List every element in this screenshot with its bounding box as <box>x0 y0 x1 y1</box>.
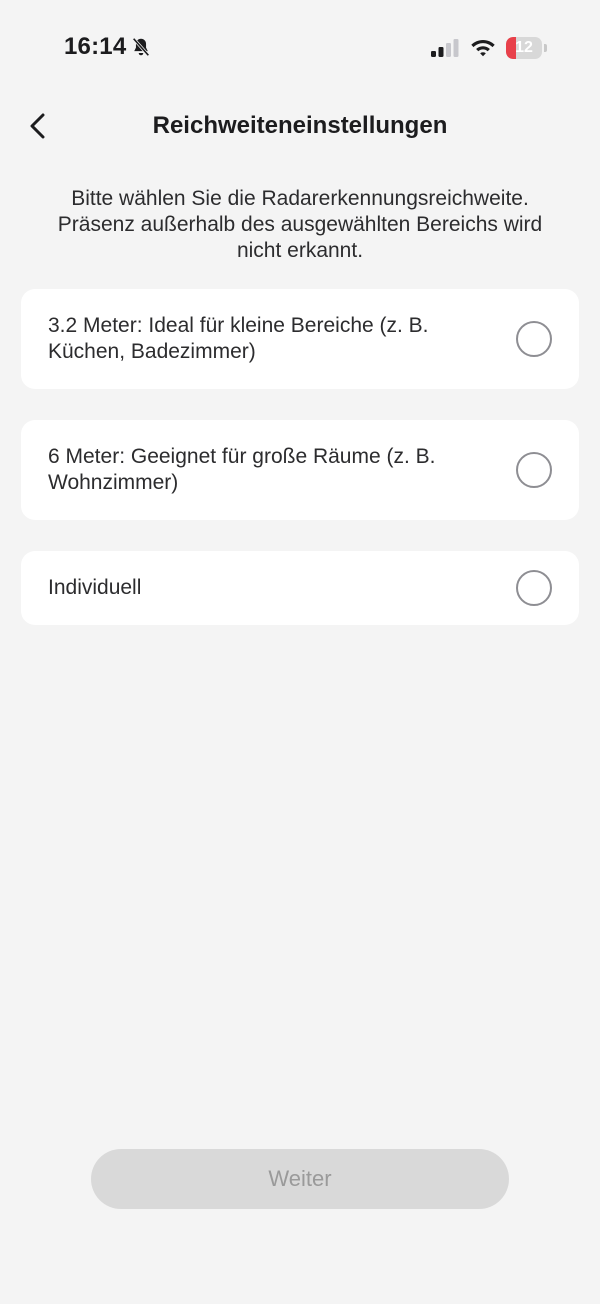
status-time: 16:14 <box>64 33 152 61</box>
option-6-meter[interactable]: 6 Meter: Geeignet für große Räume (z. B.… <box>21 420 579 520</box>
radio-button[interactable] <box>516 321 552 357</box>
option-label: Individuell <box>48 576 142 599</box>
cellular-signal-icon <box>431 39 459 57</box>
wifi-icon <box>471 40 495 57</box>
status-time-text: 16:14 <box>64 33 127 60</box>
continue-button[interactable]: Weiter <box>91 1149 509 1209</box>
option-label: 6 Meter: Geeignet für große Räume (z. B.… <box>48 445 436 494</box>
range-description: Bitte wählen Sie die Radarerkennungsreic… <box>57 187 543 262</box>
battery-cap <box>544 44 547 52</box>
bell-slash-icon <box>132 37 150 57</box>
page-title: Reichweiteneinstellungen <box>152 112 448 139</box>
header: Reichweiteneinstellungen <box>0 96 600 156</box>
option-individual[interactable]: Individuell <box>21 551 579 625</box>
status-bar: 16:14 12 <box>0 0 600 96</box>
battery-level: 12 <box>515 39 533 56</box>
radio-button[interactable] <box>516 570 552 606</box>
option-3-2-meter[interactable]: 3.2 Meter: Ideal für kleine Bereiche (z.… <box>21 289 579 389</box>
radio-button[interactable] <box>516 452 552 488</box>
option-label: 3.2 Meter: Ideal für kleine Bereiche (z.… <box>48 314 429 363</box>
battery-icon: 12 <box>506 37 542 59</box>
